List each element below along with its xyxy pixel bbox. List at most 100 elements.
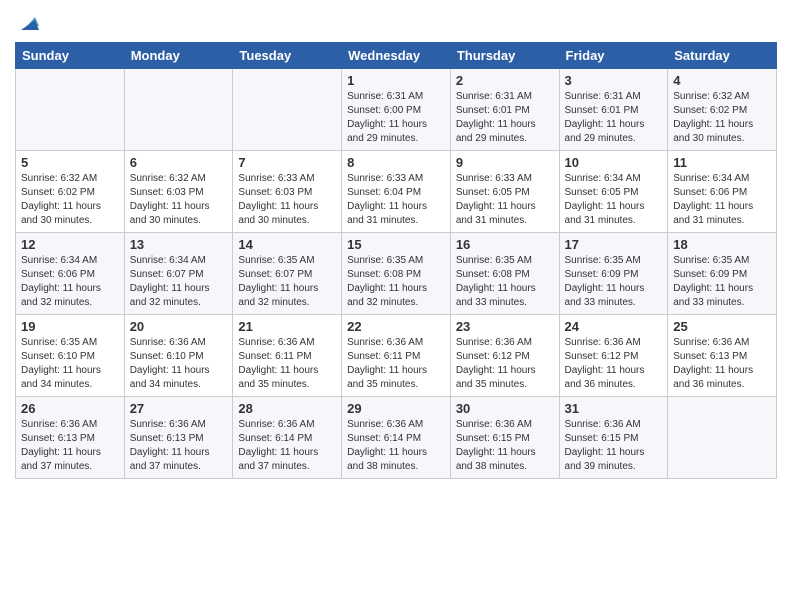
calendar-header-row: SundayMondayTuesdayWednesdayThursdayFrid…: [16, 43, 777, 69]
day-number: 17: [565, 237, 663, 252]
day-info: Sunrise: 6:35 AM Sunset: 6:08 PM Dayligh…: [347, 254, 445, 310]
calendar-cell: 26 Sunrise: 6:36 AM Sunset: 6:13 PM Dayli…: [16, 397, 125, 479]
day-number: 16: [456, 237, 554, 252]
calendar-cell: 30 Sunrise: 6:36 AM Sunset: 6:15 PM Dayli…: [450, 397, 559, 479]
calendar-cell: 4 Sunrise: 6:32 AM Sunset: 6:02 PM Daylig…: [668, 69, 777, 151]
calendar-cell: [233, 69, 342, 151]
calendar-cell: 19 Sunrise: 6:35 AM Sunset: 6:10 PM Dayli…: [16, 315, 125, 397]
day-info: Sunrise: 6:33 AM Sunset: 6:05 PM Dayligh…: [456, 172, 554, 228]
day-info: Sunrise: 6:34 AM Sunset: 6:07 PM Dayligh…: [130, 254, 228, 310]
calendar-week-3: 12Sunrise: 6:34 AM Sunset: 6:06 PM Dayli…: [16, 233, 777, 315]
day-info: Sunrise: 6:35 AM Sunset: 6:10 PM Dayligh…: [21, 336, 119, 392]
day-number: 6: [130, 155, 228, 170]
col-header-wednesday: Wednesday: [342, 43, 451, 69]
calendar-cell: 12Sunrise: 6:34 AM Sunset: 6:06 PM Dayli…: [16, 233, 125, 315]
calendar-cell: 31 Sunrise: 6:36 AM Sunset: 6:15 PM Dayli…: [559, 397, 668, 479]
day-number: 8: [347, 155, 445, 170]
day-info: Sunrise: 6:36 AM Sunset: 6:15 PM Dayligh…: [565, 418, 663, 474]
day-number: 5: [21, 155, 119, 170]
day-info: Sunrise: 6:33 AM Sunset: 6:03 PM Dayligh…: [238, 172, 336, 228]
page: SundayMondayTuesdayWednesdayThursdayFrid…: [0, 0, 792, 612]
calendar-cell: 5 Sunrise: 6:32 AM Sunset: 6:02 PM Daylig…: [16, 151, 125, 233]
day-number: 26: [21, 401, 119, 416]
day-info: Sunrise: 6:35 AM Sunset: 6:08 PM Dayligh…: [456, 254, 554, 310]
day-number: 9: [456, 155, 554, 170]
day-info: Sunrise: 6:35 AM Sunset: 6:07 PM Dayligh…: [238, 254, 336, 310]
col-header-saturday: Saturday: [668, 43, 777, 69]
day-number: 30: [456, 401, 554, 416]
day-info: Sunrise: 6:36 AM Sunset: 6:12 PM Dayligh…: [456, 336, 554, 392]
calendar-cell: 9 Sunrise: 6:33 AM Sunset: 6:05 PM Daylig…: [450, 151, 559, 233]
logo-icon: [17, 12, 39, 34]
day-number: 1: [347, 73, 445, 88]
day-number: 28: [238, 401, 336, 416]
day-number: 13: [130, 237, 228, 252]
col-header-friday: Friday: [559, 43, 668, 69]
day-number: 14: [238, 237, 336, 252]
day-info: Sunrise: 6:32 AM Sunset: 6:02 PM Dayligh…: [21, 172, 119, 228]
logo: [15, 14, 39, 34]
col-header-monday: Monday: [124, 43, 233, 69]
day-info: Sunrise: 6:34 AM Sunset: 6:06 PM Dayligh…: [673, 172, 771, 228]
day-info: Sunrise: 6:36 AM Sunset: 6:13 PM Dayligh…: [130, 418, 228, 474]
calendar-cell: 21 Sunrise: 6:36 AM Sunset: 6:11 PM Dayli…: [233, 315, 342, 397]
calendar-cell: 22 Sunrise: 6:36 AM Sunset: 6:11 PM Dayli…: [342, 315, 451, 397]
calendar-cell: 29Sunrise: 6:36 AM Sunset: 6:14 PM Dayli…: [342, 397, 451, 479]
day-number: 11: [673, 155, 771, 170]
calendar-cell: 11 Sunrise: 6:34 AM Sunset: 6:06 PM Dayli…: [668, 151, 777, 233]
day-info: Sunrise: 6:36 AM Sunset: 6:13 PM Dayligh…: [21, 418, 119, 474]
day-info: Sunrise: 6:36 AM Sunset: 6:10 PM Dayligh…: [130, 336, 228, 392]
day-number: 19: [21, 319, 119, 334]
calendar-cell: [668, 397, 777, 479]
day-number: 23: [456, 319, 554, 334]
calendar-cell: 25Sunrise: 6:36 AM Sunset: 6:13 PM Dayli…: [668, 315, 777, 397]
calendar-cell: 3Sunrise: 6:31 AM Sunset: 6:01 PM Daylig…: [559, 69, 668, 151]
day-number: 24: [565, 319, 663, 334]
day-number: 27: [130, 401, 228, 416]
calendar-week-1: 1 Sunrise: 6:31 AM Sunset: 6:00 PM Daylig…: [16, 69, 777, 151]
day-number: 20: [130, 319, 228, 334]
day-number: 31: [565, 401, 663, 416]
calendar-cell: 16 Sunrise: 6:35 AM Sunset: 6:08 PM Dayli…: [450, 233, 559, 315]
day-number: 21: [238, 319, 336, 334]
calendar-cell: 28 Sunrise: 6:36 AM Sunset: 6:14 PM Dayli…: [233, 397, 342, 479]
calendar-cell: 20 Sunrise: 6:36 AM Sunset: 6:10 PM Dayli…: [124, 315, 233, 397]
calendar-cell: 14 Sunrise: 6:35 AM Sunset: 6:07 PM Dayli…: [233, 233, 342, 315]
calendar-cell: 17Sunrise: 6:35 AM Sunset: 6:09 PM Dayli…: [559, 233, 668, 315]
day-info: Sunrise: 6:36 AM Sunset: 6:12 PM Dayligh…: [565, 336, 663, 392]
day-info: Sunrise: 6:36 AM Sunset: 6:11 PM Dayligh…: [238, 336, 336, 392]
calendar-cell: 27 Sunrise: 6:36 AM Sunset: 6:13 PM Dayli…: [124, 397, 233, 479]
col-header-tuesday: Tuesday: [233, 43, 342, 69]
day-info: Sunrise: 6:31 AM Sunset: 6:01 PM Dayligh…: [456, 90, 554, 146]
day-info: Sunrise: 6:36 AM Sunset: 6:11 PM Dayligh…: [347, 336, 445, 392]
day-info: Sunrise: 6:35 AM Sunset: 6:09 PM Dayligh…: [673, 254, 771, 310]
calendar-cell: 6 Sunrise: 6:32 AM Sunset: 6:03 PM Daylig…: [124, 151, 233, 233]
day-number: 7: [238, 155, 336, 170]
calendar-cell: [124, 69, 233, 151]
calendar-cell: 13 Sunrise: 6:34 AM Sunset: 6:07 PM Dayli…: [124, 233, 233, 315]
calendar-cell: 8 Sunrise: 6:33 AM Sunset: 6:04 PM Daylig…: [342, 151, 451, 233]
day-number: 18: [673, 237, 771, 252]
calendar-cell: 1 Sunrise: 6:31 AM Sunset: 6:00 PM Daylig…: [342, 69, 451, 151]
day-info: Sunrise: 6:36 AM Sunset: 6:15 PM Dayligh…: [456, 418, 554, 474]
day-number: 2: [456, 73, 554, 88]
day-info: Sunrise: 6:31 AM Sunset: 6:01 PM Dayligh…: [565, 90, 663, 146]
day-info: Sunrise: 6:31 AM Sunset: 6:00 PM Dayligh…: [347, 90, 445, 146]
calendar-table: SundayMondayTuesdayWednesdayThursdayFrid…: [15, 42, 777, 479]
calendar-cell: 15Sunrise: 6:35 AM Sunset: 6:08 PM Dayli…: [342, 233, 451, 315]
calendar-cell: 2 Sunrise: 6:31 AM Sunset: 6:01 PM Daylig…: [450, 69, 559, 151]
day-number: 10: [565, 155, 663, 170]
calendar-cell: 18 Sunrise: 6:35 AM Sunset: 6:09 PM Dayli…: [668, 233, 777, 315]
col-header-thursday: Thursday: [450, 43, 559, 69]
calendar-week-4: 19 Sunrise: 6:35 AM Sunset: 6:10 PM Dayli…: [16, 315, 777, 397]
day-number: 25: [673, 319, 771, 334]
day-info: Sunrise: 6:33 AM Sunset: 6:04 PM Dayligh…: [347, 172, 445, 228]
day-info: Sunrise: 6:32 AM Sunset: 6:03 PM Dayligh…: [130, 172, 228, 228]
day-number: 22: [347, 319, 445, 334]
day-info: Sunrise: 6:36 AM Sunset: 6:14 PM Dayligh…: [238, 418, 336, 474]
day-number: 4: [673, 73, 771, 88]
calendar-cell: 24 Sunrise: 6:36 AM Sunset: 6:12 PM Dayli…: [559, 315, 668, 397]
col-header-sunday: Sunday: [16, 43, 125, 69]
calendar-week-2: 5 Sunrise: 6:32 AM Sunset: 6:02 PM Daylig…: [16, 151, 777, 233]
day-info: Sunrise: 6:32 AM Sunset: 6:02 PM Dayligh…: [673, 90, 771, 146]
